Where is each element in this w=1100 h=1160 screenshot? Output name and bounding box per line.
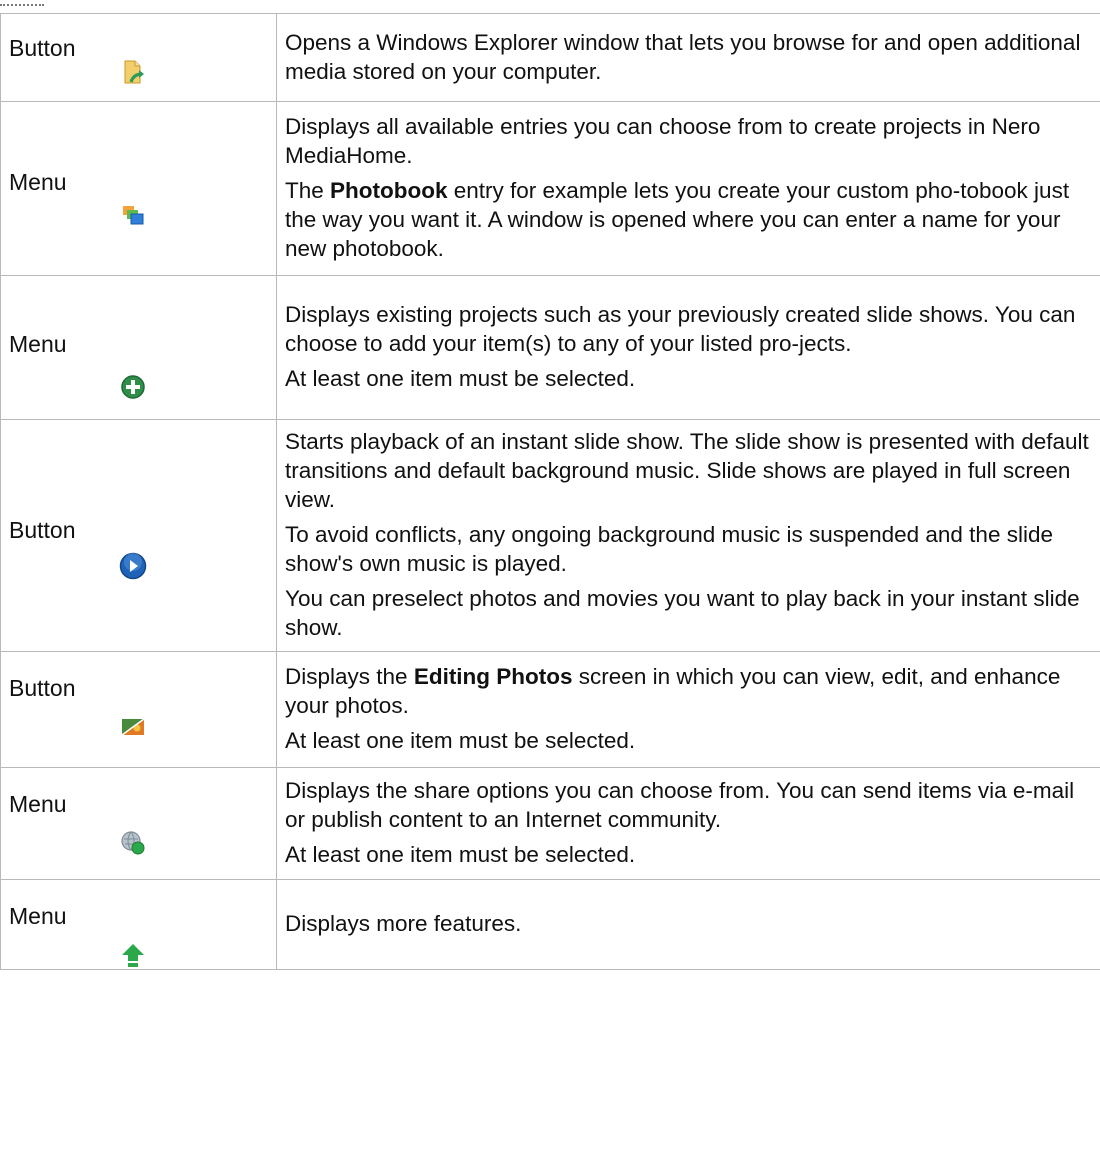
text-run: At least one item must be selected.	[285, 366, 636, 391]
description-cell: Opens a Windows Explorer window that let…	[276, 13, 1100, 102]
more-features-arrow-icon	[118, 940, 148, 970]
top-edge-mark	[0, 0, 44, 8]
edit-photos-icon	[118, 712, 148, 742]
icon-reference-table: Button Opens a Windows Explorer window th…	[0, 13, 1100, 970]
description-paragraph: Displays the Editing Photos screen in wh…	[285, 662, 1092, 720]
description-paragraph: You can preselect photos and movies you …	[285, 584, 1092, 642]
type-label: Menu	[9, 169, 67, 195]
description-paragraph: Opens a Windows Explorer window that let…	[285, 28, 1092, 86]
table-row: Menu Displays the share options you can c…	[0, 767, 1100, 880]
type-cell: Menu	[0, 275, 277, 420]
type-label: Button	[9, 675, 76, 701]
description-paragraph: Displays all available entries you can c…	[285, 112, 1092, 170]
text-run: Opens a Windows Explorer window that let…	[285, 29, 1081, 84]
description-cell: Displays more features.	[276, 879, 1100, 970]
description-cell: Starts playback of an instant slide show…	[276, 419, 1100, 652]
type-label: Menu	[9, 791, 67, 817]
share-icon	[118, 828, 148, 858]
text-run: Displays all available entries you can c…	[285, 114, 1041, 168]
type-cell: Menu	[0, 767, 277, 880]
table-row: Button Displays the Editing Photos screen…	[0, 651, 1100, 768]
text-run: Displays the share options you can choos…	[285, 778, 1075, 832]
table-row: Menu Displays all available entries you c…	[0, 101, 1100, 276]
description-paragraph: Displays more features.	[285, 909, 1092, 938]
text-run: To avoid conflicts, any ongoing backgrou…	[285, 522, 1053, 576]
text-run: Displays existing projects such as your …	[285, 302, 1076, 356]
description-paragraph: At least one item must be selected.	[285, 726, 1092, 755]
create-project-icon	[118, 200, 148, 230]
bold-term: Editing Photos	[413, 664, 573, 689]
table-row: Button Opens a Windows Explorer window th…	[0, 13, 1100, 102]
text-run: Displays more features.	[285, 911, 522, 936]
description-paragraph: The Photobook entry for example lets you…	[285, 176, 1092, 263]
text-run: Displays the	[285, 664, 414, 689]
description-paragraph: Starts playback of an instant slide show…	[285, 427, 1092, 514]
type-cell: Menu	[0, 879, 277, 970]
description-cell: Displays the share options you can choos…	[276, 767, 1100, 880]
add-to-project-icon	[118, 372, 148, 402]
text-run: Starts playback of an instant slide show…	[285, 429, 1089, 512]
open-folder-icon	[118, 58, 148, 88]
text-run: At least one item must be selected.	[285, 842, 636, 867]
type-label: Button	[9, 35, 76, 61]
text-run: At least one item must be selected.	[285, 728, 636, 753]
description-paragraph: To avoid conflicts, any ongoing backgrou…	[285, 520, 1092, 578]
type-cell: Button	[0, 419, 277, 652]
bold-term: Photobook	[330, 178, 448, 203]
type-label: Button	[9, 517, 76, 543]
description-cell: Displays the Editing Photos screen in wh…	[276, 651, 1100, 768]
table-row: Button Starts playback of an instant slid…	[0, 419, 1100, 652]
type-cell: Menu	[0, 101, 277, 276]
description-paragraph: At least one item must be selected.	[285, 364, 1092, 393]
type-label: Menu	[9, 903, 67, 929]
page: Button Opens a Windows Explorer window th…	[0, 0, 1100, 1160]
table-row: Menu Displays existing projects such as y…	[0, 275, 1100, 420]
description-cell: Displays all available entries you can c…	[276, 101, 1100, 276]
text-run: The	[285, 178, 331, 203]
text-run: You can preselect photos and movies you …	[285, 586, 1080, 640]
description-paragraph: Displays existing projects such as your …	[285, 300, 1092, 358]
description-cell: Displays existing projects such as your …	[276, 275, 1100, 420]
description-paragraph: At least one item must be selected.	[285, 840, 1092, 869]
type-label: Menu	[9, 331, 67, 357]
table-row: Menu Displays more features.	[0, 879, 1100, 970]
type-cell: Button	[0, 13, 277, 102]
description-paragraph: Displays the share options you can choos…	[285, 776, 1092, 834]
play-icon	[118, 551, 148, 581]
type-cell: Button	[0, 651, 277, 768]
table-body: Button Opens a Windows Explorer window th…	[0, 13, 1100, 970]
